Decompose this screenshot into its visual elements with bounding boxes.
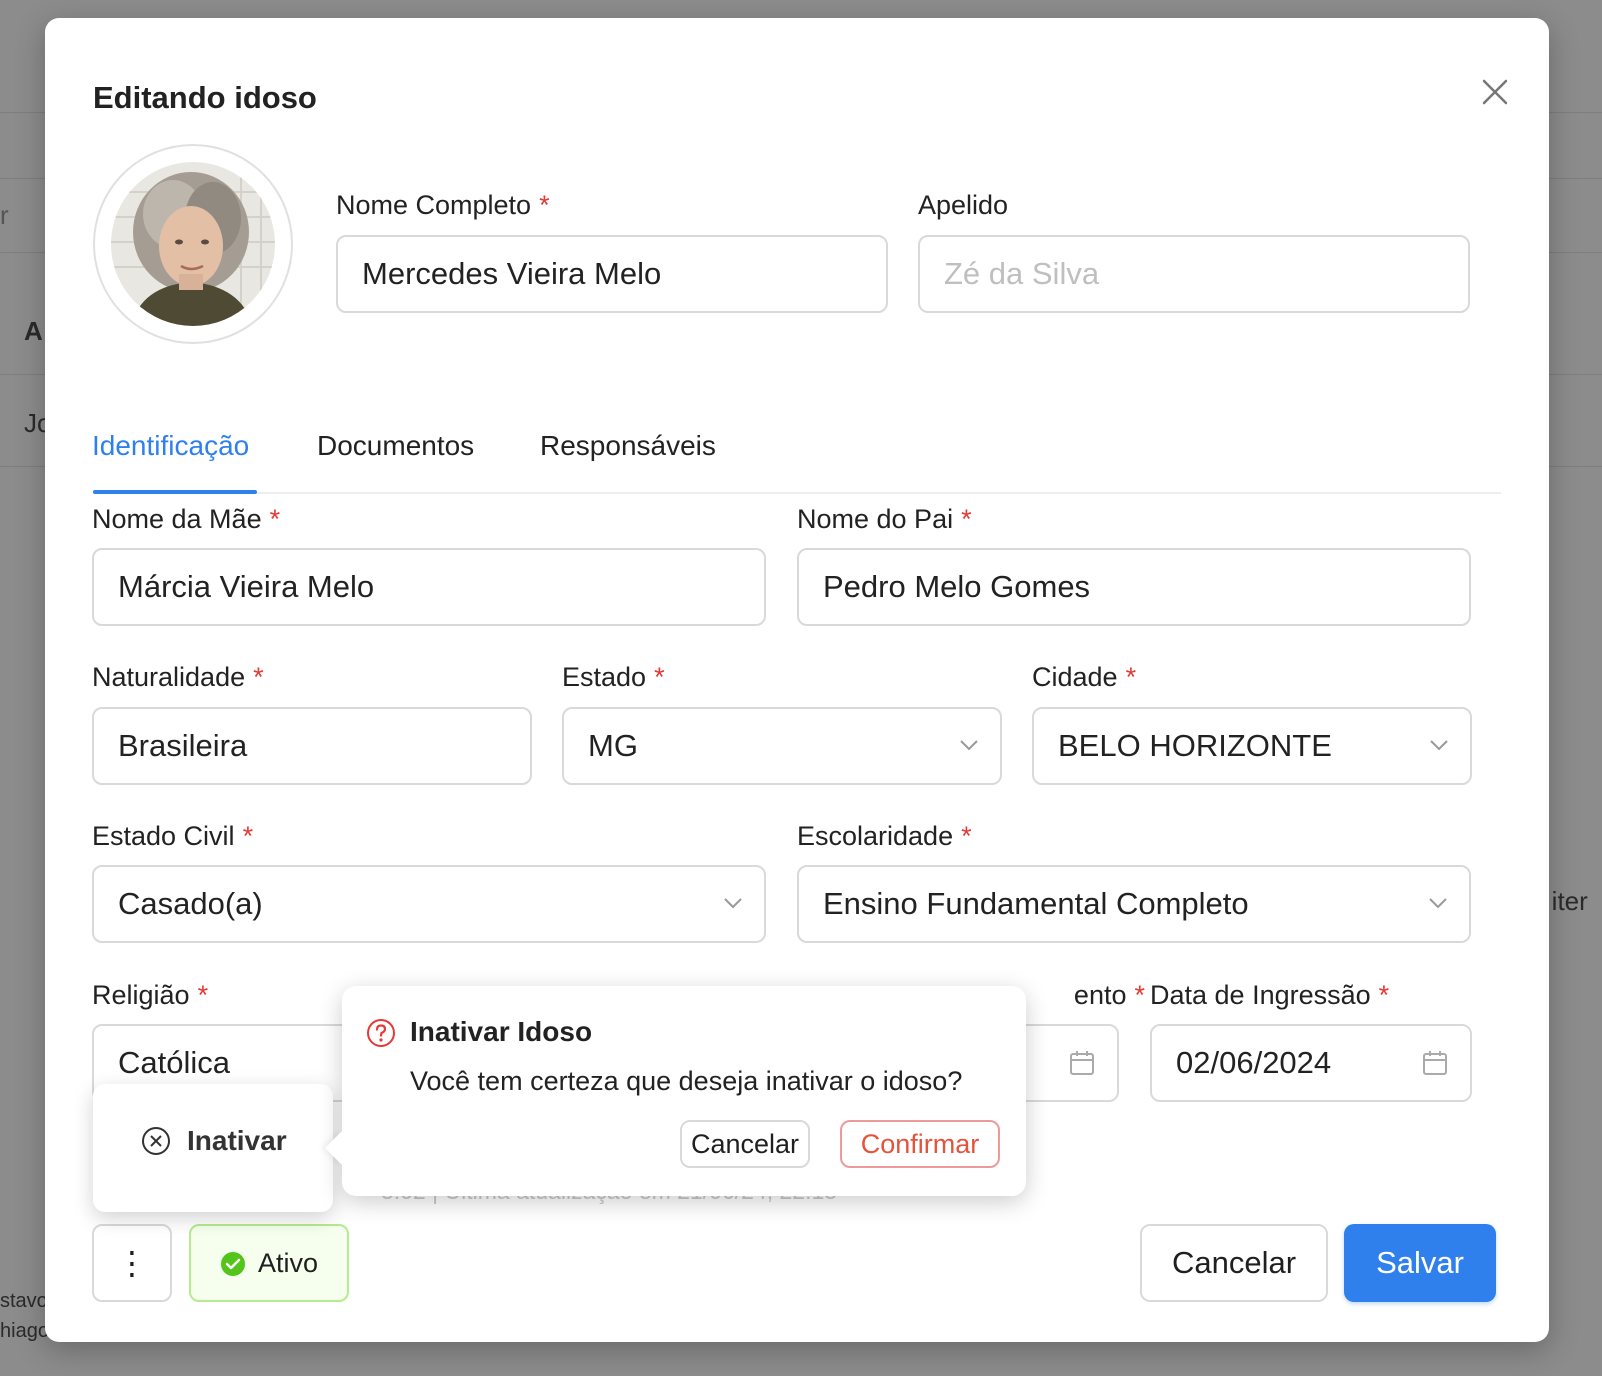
avatar-upload[interactable] [93, 144, 293, 344]
calendar-icon [1070, 1051, 1094, 1075]
tab-identificacao[interactable]: Identificação [92, 430, 249, 462]
tab-responsaveis[interactable]: Responsáveis [540, 430, 716, 462]
popover-cancel-button[interactable]: Cancelar [680, 1120, 810, 1168]
ingress-date-label: Data de Ingressão * [1150, 980, 1390, 1010]
tab-active-indicator [93, 490, 257, 494]
tabs-divider [93, 492, 1501, 494]
save-button[interactable]: Salvar [1344, 1224, 1496, 1302]
status-badge[interactable]: Ativo [189, 1224, 349, 1302]
popover-title: Inativar Idoso [410, 1016, 593, 1047]
naturalidade-label: Naturalidade * [92, 662, 264, 692]
nickname-input[interactable]: Zé da Silva [918, 235, 1470, 313]
background-user-text: hiago [0, 1320, 49, 1342]
menu-item-inativar[interactable]: Inativar [93, 1106, 333, 1176]
escolaridade-select-value: Ensino Fundamental Completo [823, 886, 1249, 921]
cidade-select[interactable]: BELO HORIZONTE [1032, 707, 1472, 785]
religiao-label: Religião * [92, 980, 209, 1010]
father-name-label: Nome do Pai * [797, 504, 972, 534]
popover-message: Você tem certeza que deseja inativar o i… [410, 1066, 963, 1096]
chevron-down-icon [724, 898, 742, 909]
ingress-date-value: 02/06/2024 [1176, 1045, 1332, 1080]
escolaridade-label: Escolaridade * [797, 821, 972, 851]
ingress-date-picker[interactable]: 02/06/2024 [1150, 1024, 1472, 1102]
question-circle-icon [367, 1019, 395, 1047]
more-options-menu: Inativar [93, 1084, 333, 1212]
close-circle-icon [142, 1127, 170, 1155]
more-options-button[interactable]: ⋮ [92, 1224, 172, 1302]
chevron-down-icon [960, 740, 978, 751]
full-name-label: Nome Completo * [336, 190, 550, 220]
escolaridade-select[interactable]: Ensino Fundamental Completo [797, 865, 1471, 943]
status-label: Ativo [257, 1248, 319, 1278]
estado-select-value: MG [588, 728, 638, 763]
mother-name-label: Nome da Mãe * [92, 504, 281, 534]
modal-title: Editando idoso [93, 80, 317, 115]
avatar [111, 162, 275, 326]
menu-item-label: Inativar [187, 1125, 287, 1156]
calendar-icon [1423, 1051, 1447, 1075]
father-name-input[interactable]: Pedro Melo Gomes [797, 548, 1471, 626]
tab-documentos[interactable]: Documentos [317, 430, 474, 462]
background-text: r [0, 200, 9, 230]
mother-name-input[interactable]: Márcia Vieira Melo [92, 548, 766, 626]
estado-label: Estado * [562, 662, 665, 692]
cidade-label: Cidade * [1032, 662, 1137, 692]
full-name-input[interactable]: Mercedes Vieira Melo [336, 235, 888, 313]
check-circle-icon [220, 1252, 245, 1276]
estado-civil-select[interactable]: Casado(a) [92, 865, 766, 943]
naturalidade-input[interactable]: Brasileira [92, 707, 532, 785]
estado-civil-select-value: Casado(a) [118, 886, 263, 921]
cancel-button[interactable]: Cancelar [1140, 1224, 1328, 1302]
more-vertical-icon: ⋮ [116, 1245, 148, 1281]
estado-select[interactable]: MG [562, 707, 1002, 785]
popover-confirm-button[interactable]: Confirmar [840, 1120, 1000, 1168]
cidade-select-value: BELO HORIZONTE [1058, 728, 1332, 763]
chevron-down-icon [1430, 740, 1448, 751]
close-icon[interactable] [1477, 74, 1513, 110]
background-user-text: stavo [0, 1290, 48, 1312]
chevron-down-icon [1429, 898, 1447, 909]
background-column-header: A [24, 316, 43, 346]
estado-civil-label: Estado Civil * [92, 821, 254, 851]
inactivate-confirm-popover: Inativar Idoso Você tem certeza que dese… [325, 986, 1026, 1196]
nickname-label: Apelido [918, 190, 1009, 220]
